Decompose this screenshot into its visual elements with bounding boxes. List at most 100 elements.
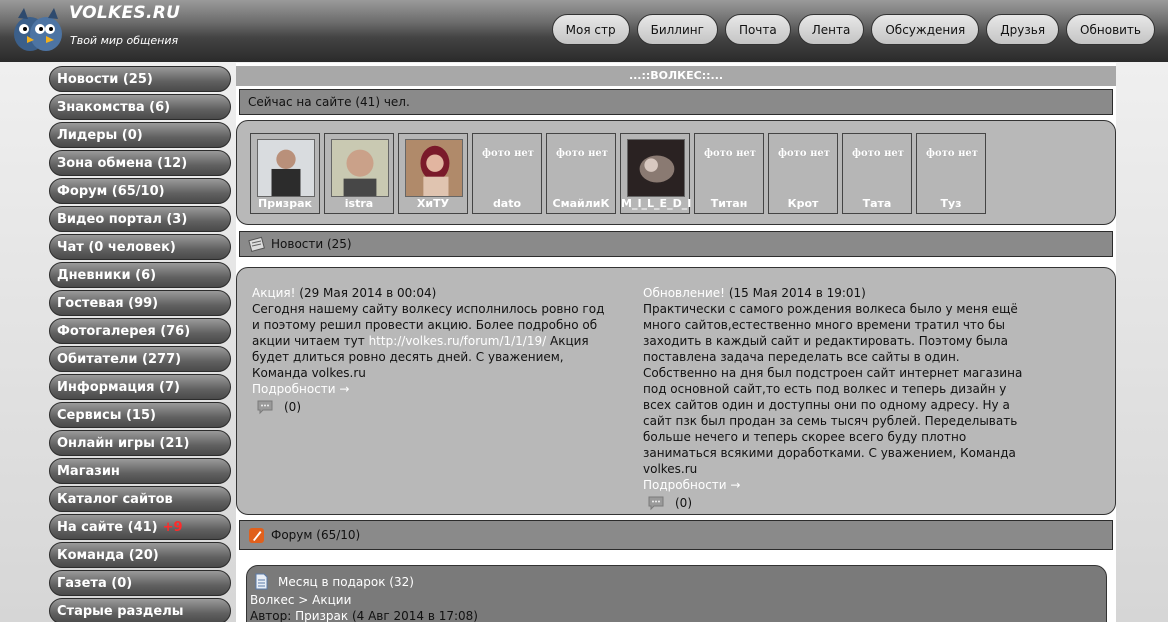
sidebar-item-label: Газета (0) (57, 575, 133, 591)
author-link[interactable]: Призрак (295, 609, 348, 622)
forum-topic-box: Месяц в подарок (32) Волкес > Акции Авто… (246, 565, 1107, 622)
forum-topic-title-row[interactable]: Месяц в подарок (32) (253, 573, 414, 590)
user-card-tuz[interactable]: фото нет Туз (916, 133, 986, 214)
news-date: (29 Мая 2014 в 00:04) (299, 286, 437, 300)
user-card-istra[interactable]: istra (324, 133, 394, 214)
forum-section-bar[interactable]: Форум (65/10) (239, 520, 1113, 550)
main-content: ...::ВОЛКЕС::... Сейчас на сайте (41) че… (236, 63, 1116, 622)
site-title-bar: ...::ВОЛКЕС::... (236, 66, 1116, 86)
sidebar-item-old-sections[interactable]: Старые разделы (49, 598, 231, 622)
user-name: Титан (710, 197, 748, 210)
breadcrumb-link-volkes[interactable]: Волкес (250, 593, 294, 607)
topic-date: (4 Авг 2014 в 17:08) (348, 609, 478, 622)
user-photo (257, 139, 315, 197)
user-name: Крот (787, 197, 819, 210)
sidebar-item-online-games[interactable]: Онлайн игры (21) (49, 430, 231, 456)
online-users-list: Призрак istra ХиТУ фото нет dato фото не… (250, 133, 986, 214)
news-comments[interactable]: (0) (252, 399, 612, 415)
sidebar-item-team[interactable]: Команда (20) (49, 542, 231, 568)
user-card-dato[interactable]: фото нет dato (472, 133, 542, 214)
nav-friends-button[interactable]: Друзья (986, 14, 1060, 45)
news-text: Практически с самого рождения волкеса бы… (643, 302, 1023, 476)
news-more-link[interactable]: Подробности → (643, 477, 1023, 493)
document-icon (255, 573, 268, 590)
user-name: Туз (940, 197, 962, 210)
sidebar-item-photogallery[interactable]: Фотогалерея (76) (49, 318, 231, 344)
news-section-title: Новости (25) (271, 237, 352, 251)
comment-bubble-icon (648, 496, 664, 511)
online-count-text: Сейчас на сайте (41) чел. (248, 95, 410, 109)
sidebar-item-online[interactable]: На сайте (41) +9 (49, 514, 231, 540)
news-section-bar[interactable]: Новости (25) (239, 231, 1113, 257)
no-photo-placeholder: фото нет (482, 148, 534, 159)
nav-discussions-button[interactable]: Обсуждения (871, 14, 980, 45)
news-link[interactable]: http://volkes.ru/forum/1/1/19/ (369, 334, 547, 348)
user-card-krot[interactable]: фото нет Крот (768, 133, 838, 214)
user-name: Тата (862, 197, 892, 210)
sidebar-item-label: Знакомства (6) (57, 99, 171, 115)
sidebar-item-newspaper[interactable]: Газета (0) (49, 570, 231, 596)
no-photo-placeholder: фото нет (926, 148, 978, 159)
sidebar-item-dating[interactable]: Знакомства (6) (49, 94, 231, 120)
sidebar-item-label: Дневники (6) (57, 267, 157, 283)
user-card-miledi[interactable]: M_I_L_E_D_I (620, 133, 691, 214)
sidebar-item-guestbook[interactable]: Гостевая (99) (49, 290, 231, 316)
user-card-tata[interactable]: фото нет Тата (842, 133, 912, 214)
nav-billing-button[interactable]: Биллинг (636, 14, 718, 45)
sidebar-item-residents[interactable]: Обитатели (277) (49, 346, 231, 372)
sidebar-item-information[interactable]: Информация (7) (49, 374, 231, 400)
sidebar-item-label: Команда (20) (57, 547, 159, 563)
online-count-bar[interactable]: Сейчас на сайте (41) чел. (239, 89, 1113, 115)
sidebar-item-forum[interactable]: Форум (65/10) (49, 178, 231, 204)
sidebar-item-label: Онлайн игры (21) (57, 435, 190, 451)
nav-mail-button[interactable]: Почта (724, 14, 791, 45)
user-photo (627, 139, 685, 197)
sidebar-item-exchange[interactable]: Зона обмена (12) (49, 150, 231, 176)
top-header: VOLKES.RU Твой мир общения Моя стр Билли… (0, 0, 1168, 62)
sidebar-item-label: Зона обмена (12) (57, 155, 188, 171)
sidebar-item-diaries[interactable]: Дневники (6) (49, 262, 231, 288)
breadcrumb-separator: > (294, 593, 313, 607)
sidebar-item-label: Обитатели (277) (57, 351, 182, 367)
author-label: Автор: (250, 609, 296, 622)
nav-refresh-button[interactable]: Обновить (1066, 14, 1155, 45)
sidebar-item-label: Новости (25) (57, 71, 153, 87)
user-name: СмайлиК (552, 197, 610, 210)
news-date: (15 Мая 2014 в 19:01) (728, 286, 866, 300)
sidebar-item-shop[interactable]: Магазин (49, 458, 231, 484)
comment-count: (0) (284, 400, 301, 414)
user-card-hitu[interactable]: ХиТУ (398, 133, 468, 214)
sidebar-item-label: Гостевая (99) (57, 295, 159, 311)
forum-section-title: Форум (65/10) (271, 528, 361, 542)
news-more-link[interactable]: Подробности → (252, 381, 612, 397)
sidebar-item-services[interactable]: Сервисы (15) (49, 402, 231, 428)
sidebar-item-chat[interactable]: Чат (0 человек) (49, 234, 231, 260)
nav-my-page-button[interactable]: Моя стр (551, 14, 630, 45)
sidebar-item-video[interactable]: Видео портал (3) (49, 206, 231, 232)
sidebar-item-label: Информация (7) (57, 379, 180, 395)
news-comments[interactable]: (0) (643, 495, 1023, 511)
user-card-prizrak[interactable]: Призрак (250, 133, 320, 214)
sidebar-item-news[interactable]: Новости (25) (49, 66, 231, 92)
news-item: Обновление! (15 Мая 2014 в 19:01) Практи… (643, 285, 1023, 511)
nav-feed-button[interactable]: Лента (797, 14, 865, 45)
sidebar-item-label: Сервисы (15) (57, 407, 156, 423)
forum-breadcrumb: Волкес > Акции (250, 593, 351, 607)
sidebar-item-label: Лидеры (0) (57, 127, 143, 143)
user-card-smailik[interactable]: фото нет СмайлиК (546, 133, 616, 214)
site-logo-title[interactable]: VOLKES.RU (69, 3, 180, 23)
online-increase-badge: +9 (162, 519, 183, 535)
sidebar-item-leaders[interactable]: Лидеры (0) (49, 122, 231, 148)
logo-birds-icon[interactable] (10, 4, 66, 56)
news-title-link[interactable]: Акция! (252, 286, 295, 300)
no-photo-placeholder: фото нет (704, 148, 756, 159)
no-photo-placeholder: фото нет (778, 148, 830, 159)
sidebar-item-site-catalog[interactable]: Каталог сайтов (49, 486, 231, 512)
no-photo-placeholder: фото нет (852, 148, 904, 159)
sidebar-item-label: Форум (65/10) (57, 183, 165, 199)
online-users-panel: Призрак istra ХиТУ фото нет dato фото не… (236, 120, 1116, 225)
news-title-link[interactable]: Обновление! (643, 286, 725, 300)
no-photo-placeholder: фото нет (556, 148, 608, 159)
user-card-titan[interactable]: фото нет Титан (694, 133, 764, 214)
breadcrumb-link-actions[interactable]: Акции (312, 593, 351, 607)
